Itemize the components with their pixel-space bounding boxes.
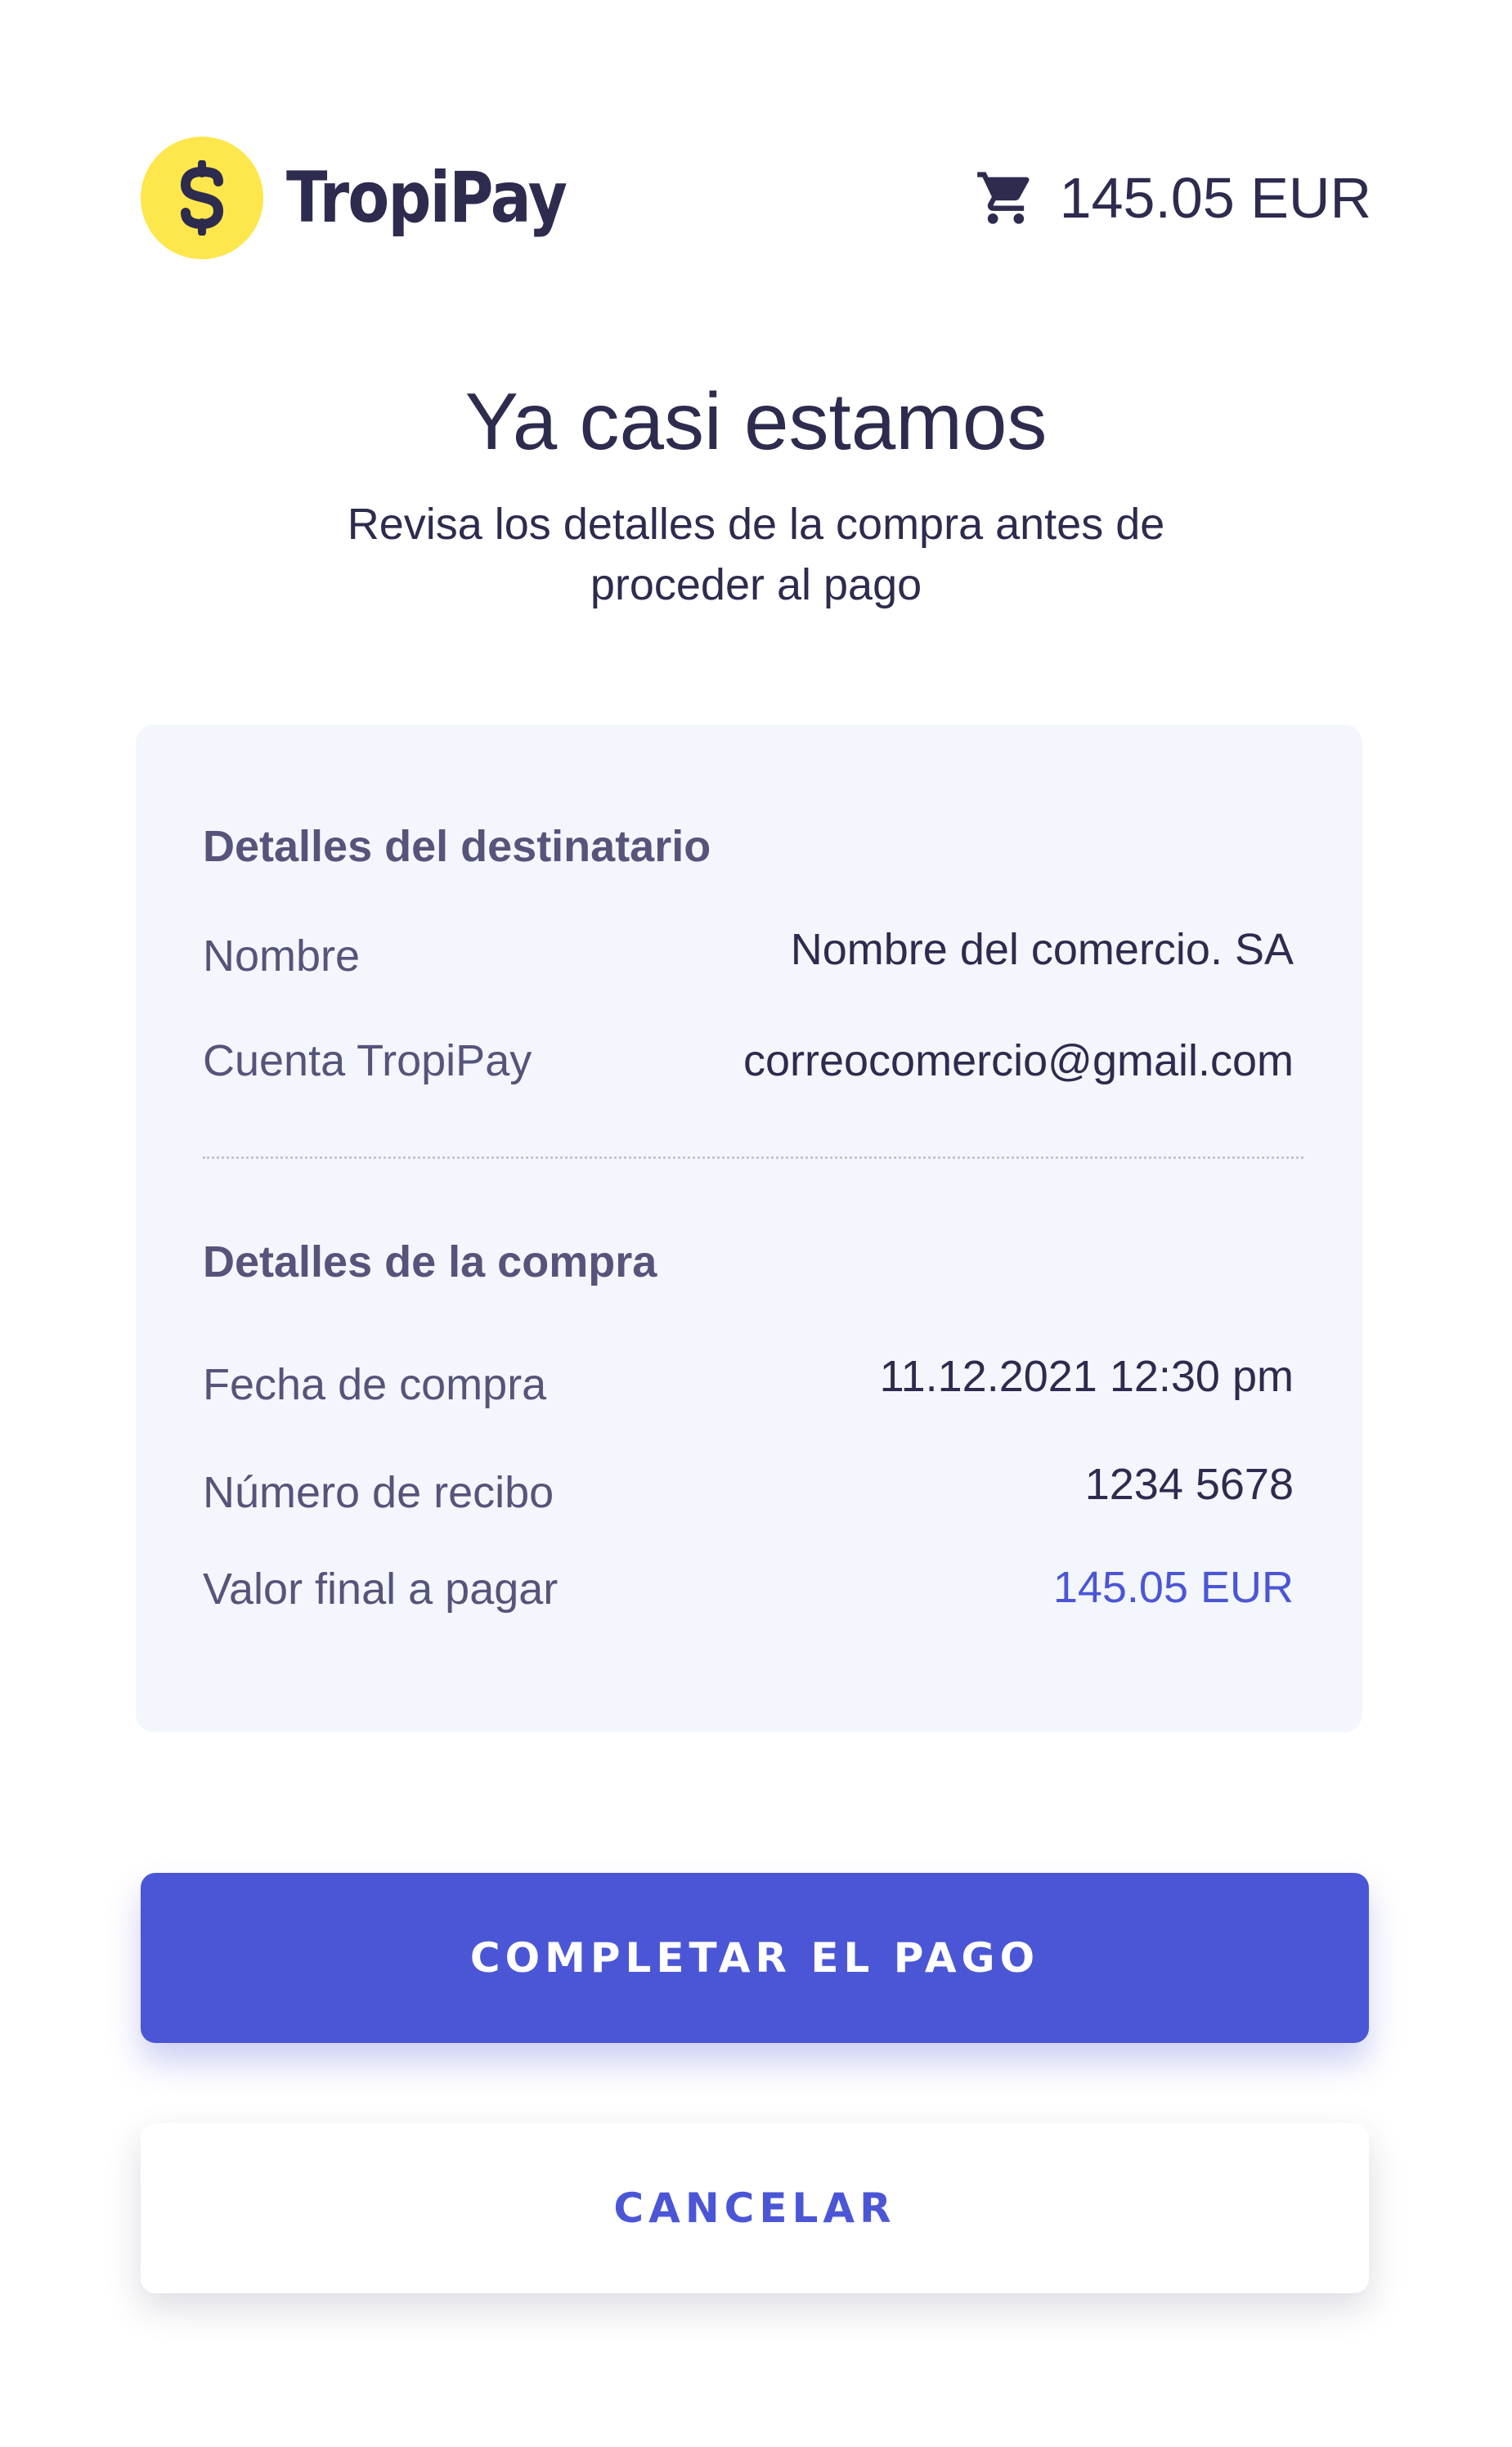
complete-payment-button[interactable]: COMPLETAR EL PAGO <box>141 1873 1369 2043</box>
brand-logo[interactable]: TropiPay <box>141 131 612 265</box>
final-amount-value: 145.05 EUR <box>1052 1563 1294 1612</box>
page-title: Ya casi estamos <box>464 376 1048 466</box>
cart-amount: 145.05 EUR <box>1059 166 1371 230</box>
recipient-name-value: Nombre del comercio. SA <box>790 925 1294 974</box>
details-card: Detalles del destinatario Nombre Nombre … <box>136 725 1362 1732</box>
cart-icon <box>976 172 1030 224</box>
page-subtitle: Revisa los detalles de la compra antes d… <box>347 500 1165 609</box>
cart-summary[interactable]: 145.05 EUR <box>975 160 1371 236</box>
recipient-name-label: Nombre <box>203 932 361 981</box>
dollar-sign-icon <box>141 137 263 259</box>
purchase-heading: Detalles de la compra <box>203 1237 657 1286</box>
recipient-account-label: Cuenta TropiPay <box>203 1036 532 1085</box>
recipient-heading: Detalles del destinatario <box>203 822 711 871</box>
purchase-date-label: Fecha de compra <box>203 1360 547 1409</box>
purchase-date-value: 11.12.2021 12:30 pm <box>879 1352 1294 1401</box>
header: TropiPay 145.05 EUR <box>0 131 1512 270</box>
section-divider <box>203 1156 1303 1159</box>
final-amount-label: Valor final a pagar <box>203 1565 559 1614</box>
brand-name: TropiPay <box>286 157 568 239</box>
recipient-account-value: correocomercio@gmail.com <box>743 1036 1294 1085</box>
cancel-button[interactable]: CANCELAR <box>141 2123 1369 2293</box>
receipt-number-label: Número de recibo <box>203 1468 554 1517</box>
receipt-number-value: 1234 5678 <box>1084 1460 1294 1509</box>
